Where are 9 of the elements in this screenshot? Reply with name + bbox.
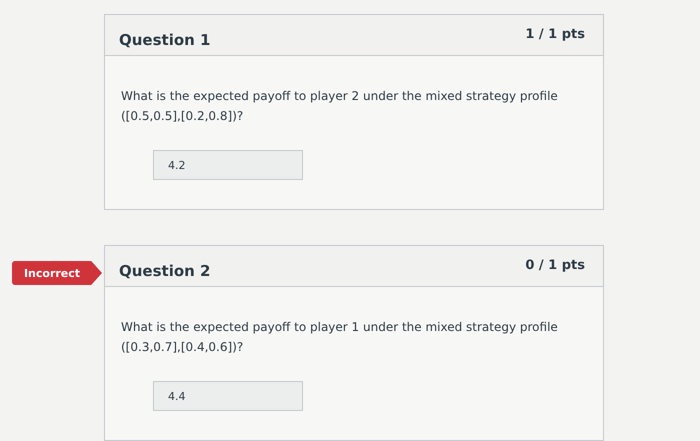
question-text: What is the expected payoff to player 2 under the mixed strategy profile ([0.5,0.5],[0.2,0.8])? [121, 88, 559, 125]
question-title: Question 1 [119, 31, 210, 51]
question-text: What is the expected payoff to player 1 under the mixed strategy profile ([0.3,0.7],[0.4,0.6])? [121, 319, 559, 356]
answer-field: 4.4 [153, 381, 303, 411]
points-label: 0 / 1 pts [525, 257, 585, 275]
question-title: Question 2 [119, 262, 210, 282]
result-flag: Incorrect [12, 261, 102, 285]
points-label: 1 / 1 pts [525, 26, 585, 44]
answer-field: 4.2 [153, 150, 303, 180]
